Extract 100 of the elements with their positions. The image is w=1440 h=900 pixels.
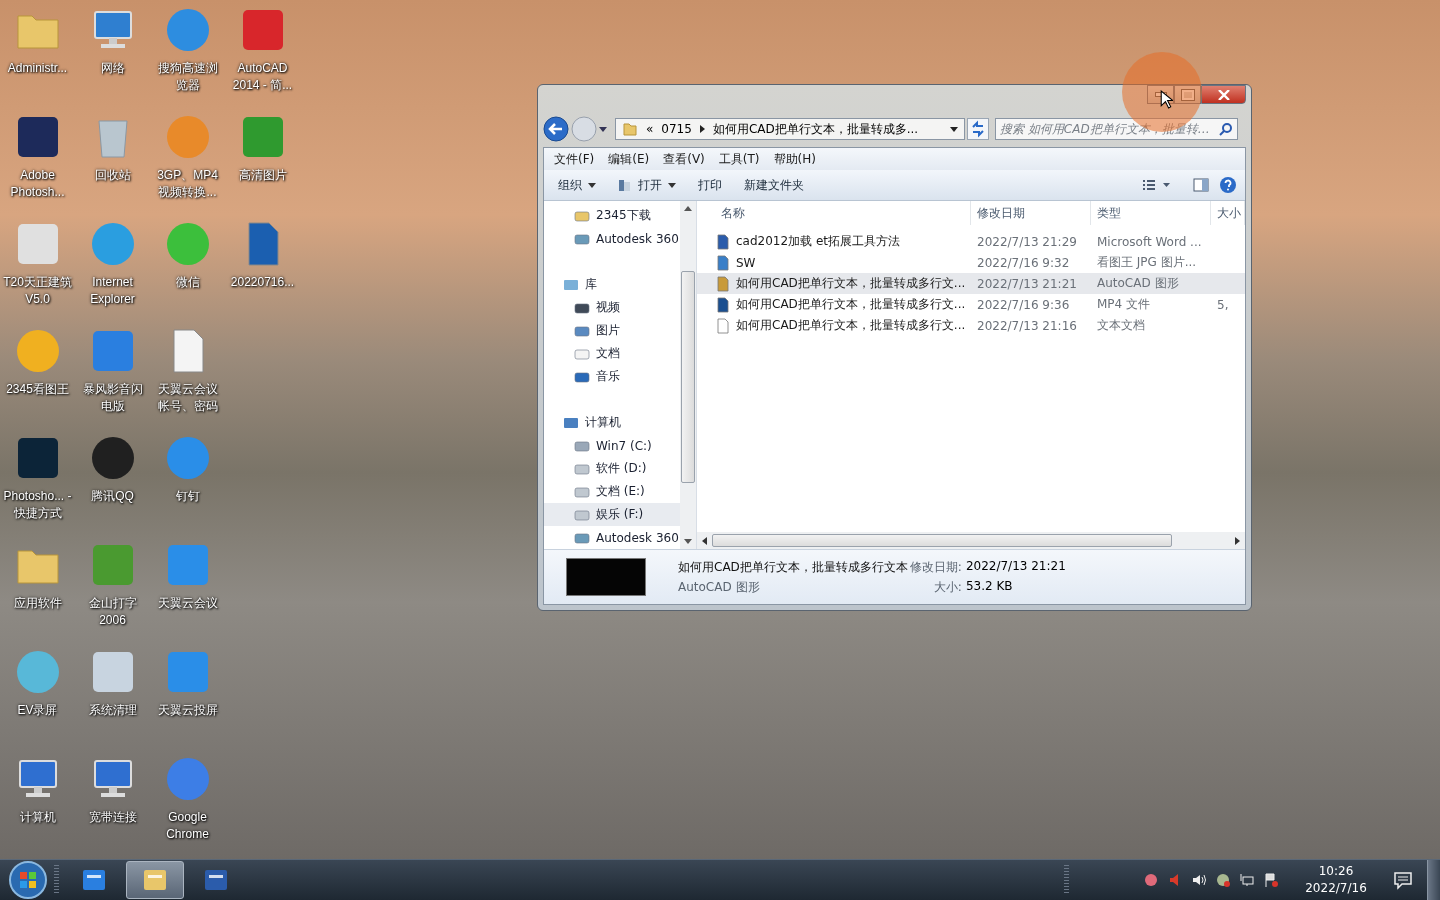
search-icon [1219, 122, 1233, 136]
icon-label: 宽带连接 [87, 809, 138, 826]
icon-label: Adobe Photosh... [9, 167, 66, 201]
icon-label: 网络 [99, 60, 126, 77]
network-icon[interactable] [1239, 872, 1255, 888]
notification-icon[interactable] [1393, 870, 1413, 890]
icon-label: 钉钉 [174, 488, 201, 505]
details-type: AutoCAD 图形 [678, 578, 761, 596]
file-name: 如何用CAD把单行文本，批量转成多行文... [736, 317, 966, 334]
refresh-button[interactable] [967, 118, 989, 140]
taskbar-button[interactable] [126, 861, 184, 899]
show-desktop-button[interactable] [1427, 860, 1440, 900]
menu-item[interactable]: 帮助(H) [767, 148, 822, 170]
volume-icon[interactable] [1191, 872, 1207, 888]
caret-icon [588, 182, 596, 188]
scrollbar[interactable] [697, 532, 1245, 549]
scroll-left-icon[interactable] [702, 536, 707, 545]
file-row[interactable]: 如何用CAD把单行文本，批量转成多行文... 2022/7/13 21:21 AutoCAD 图形 [697, 273, 1245, 294]
nav-item[interactable]: 计算机 [544, 411, 680, 434]
icon-label: 应用软件 [12, 595, 63, 612]
breadcrumb-overflow[interactable]: « [646, 122, 654, 136]
icon-label: 暴风影音闪电版 [81, 381, 144, 415]
icon-label: 系统清理 [87, 702, 138, 719]
toolbar-button[interactable]: 新建文件夹 [738, 173, 810, 197]
menu-item[interactable]: 文件(F) [548, 148, 601, 170]
column-header[interactable]: 名称 [697, 201, 971, 225]
icon-label: 微信 [174, 274, 201, 291]
scroll-down-icon[interactable] [684, 539, 692, 544]
menu-item[interactable]: 工具(T) [712, 148, 766, 170]
file-row[interactable]: SW 2022/7/16 9:32 看图王 JPG 图片... [697, 252, 1245, 273]
start-button[interactable] [8, 860, 48, 900]
nav-item[interactable]: 库 [544, 273, 680, 296]
file-row[interactable]: 如何用CAD把单行文本，批量转成多行文... 2022/7/16 9:36 MP4 文件 5, [697, 294, 1245, 315]
nav-item[interactable]: 图片 [544, 319, 680, 342]
icon-label: 金山打字 2006 [87, 595, 138, 629]
icon-label: AutoCAD 2014 - 简... [231, 60, 294, 94]
close-icon [1217, 89, 1230, 100]
nav-item[interactable]: Win7 (C:) [544, 434, 680, 457]
menu-item[interactable]: 编辑(E) [602, 148, 656, 170]
file-icon [715, 233, 731, 250]
file-date: 2022/7/13 21:29 [976, 234, 1078, 249]
icon-label: 腾讯QQ [90, 488, 135, 505]
file-icon [715, 275, 731, 292]
file-type: 看图王 JPG 图片... [1096, 254, 1198, 271]
nav-item[interactable]: 娱乐 (F:) [544, 503, 680, 526]
icon-label: Photosho... - 快捷方式 [2, 488, 73, 522]
scrollbar[interactable] [680, 201, 696, 549]
file-row[interactable]: 如何用CAD把单行文本，批量转成多行文... 2022/7/13 21:16 文本文档 [697, 315, 1245, 336]
nav-item[interactable]: 文档 (E:) [544, 480, 680, 503]
icon-label: 20220716... [229, 274, 296, 291]
toolbar-button[interactable]: 打印 [692, 173, 728, 197]
nav-item[interactable]: Autodesk 360 [544, 227, 680, 250]
column-header[interactable]: 修改日期 [971, 201, 1091, 225]
file-icon [715, 296, 731, 313]
menu-item[interactable]: 查看(V) [657, 148, 711, 170]
preview-pane-icon[interactable] [1193, 177, 1209, 193]
view-options-icon[interactable] [1141, 177, 1171, 193]
caret-icon[interactable] [950, 126, 958, 132]
nav-item[interactable]: 文档 [544, 342, 680, 365]
column-header[interactable]: 大小 [1211, 201, 1245, 225]
chevron-icon[interactable] [699, 125, 705, 133]
icon-label: 3GP、MP4视频转换... [156, 167, 219, 201]
file-row[interactable]: cad2012加载 et拓展工具方法 2022/7/13 21:29 Microsoft Word ... [697, 231, 1245, 252]
caret-icon[interactable] [599, 126, 607, 132]
scroll-up-icon[interactable] [684, 206, 692, 211]
nav-item[interactable]: 音乐 [544, 365, 680, 388]
icon-label: 回收站 [93, 167, 132, 184]
icon-label: Google Chrome [165, 809, 210, 843]
details-name: 如何用CAD把单行文本，批量转成多行文本 [678, 558, 908, 576]
icon-label: Internet Explorer [89, 274, 136, 308]
help-icon[interactable] [1219, 176, 1237, 194]
file-type: MP4 文件 [1096, 296, 1152, 313]
icon-label: 2345看图王 [5, 381, 70, 398]
flag-icon[interactable] [1263, 872, 1279, 888]
nav-item[interactable]: 2345下载 [544, 204, 680, 227]
clock-time[interactable]: 10:26 [1318, 863, 1354, 880]
file-type: AutoCAD 图形 [1096, 275, 1180, 292]
network-status-icon[interactable] [1215, 872, 1231, 888]
folder-icon [622, 121, 638, 137]
close-button[interactable] [1201, 85, 1246, 104]
nav-item[interactable]: 软件 (D:) [544, 457, 680, 480]
details-label: 大小: [932, 578, 962, 596]
icon-label: T20天正建筑 V5.0 [2, 274, 73, 308]
toolbar-button[interactable]: 打开 [612, 173, 682, 197]
icon-label: 搜狗高速浏览器 [156, 60, 219, 94]
icon-label: 天翼云投屏 [156, 702, 219, 719]
breadcrumb[interactable]: 如何用CAD把单行文本，批量转成多... [712, 120, 919, 138]
nav-item[interactable]: Autodesk 360 [544, 526, 680, 549]
nav-item[interactable]: 视频 [544, 296, 680, 319]
file-date: 2022/7/16 9:36 [976, 297, 1071, 312]
icon-label: 高清图片 [237, 167, 288, 184]
breadcrumb[interactable]: 0715 [661, 122, 692, 136]
clock-date[interactable]: 2022/7/16 [1305, 880, 1367, 897]
scroll-right-icon[interactable] [1235, 536, 1240, 545]
address-bar[interactable]: « 0715 如何用CAD把单行文本，批量转成多... [615, 118, 965, 140]
back-button[interactable] [543, 116, 569, 142]
column-header[interactable]: 类型 [1091, 201, 1211, 225]
toolbar-button[interactable]: 组织 [552, 173, 602, 197]
caret-icon [668, 182, 676, 188]
file-type: Microsoft Word ... [1096, 234, 1203, 249]
